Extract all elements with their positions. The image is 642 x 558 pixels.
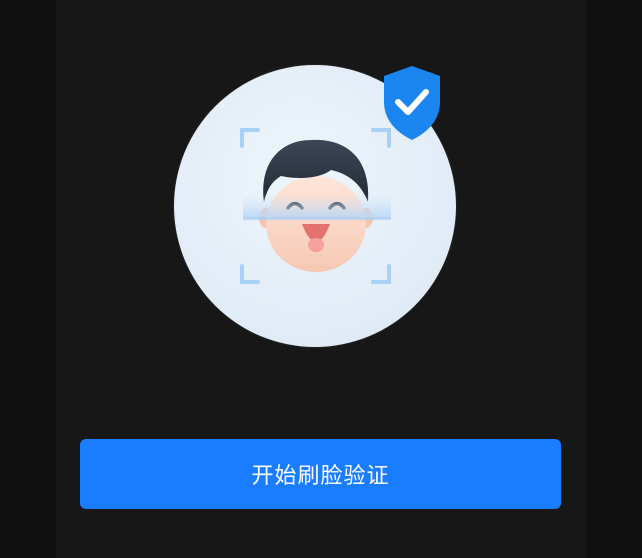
shield-check-icon [384, 66, 440, 140]
face-scan-illustration [171, 62, 461, 352]
face-verification-page: 开始刷脸验证 [0, 0, 642, 558]
scan-line [243, 194, 391, 218]
start-face-verification-button[interactable]: 开始刷脸验证 [80, 439, 561, 509]
